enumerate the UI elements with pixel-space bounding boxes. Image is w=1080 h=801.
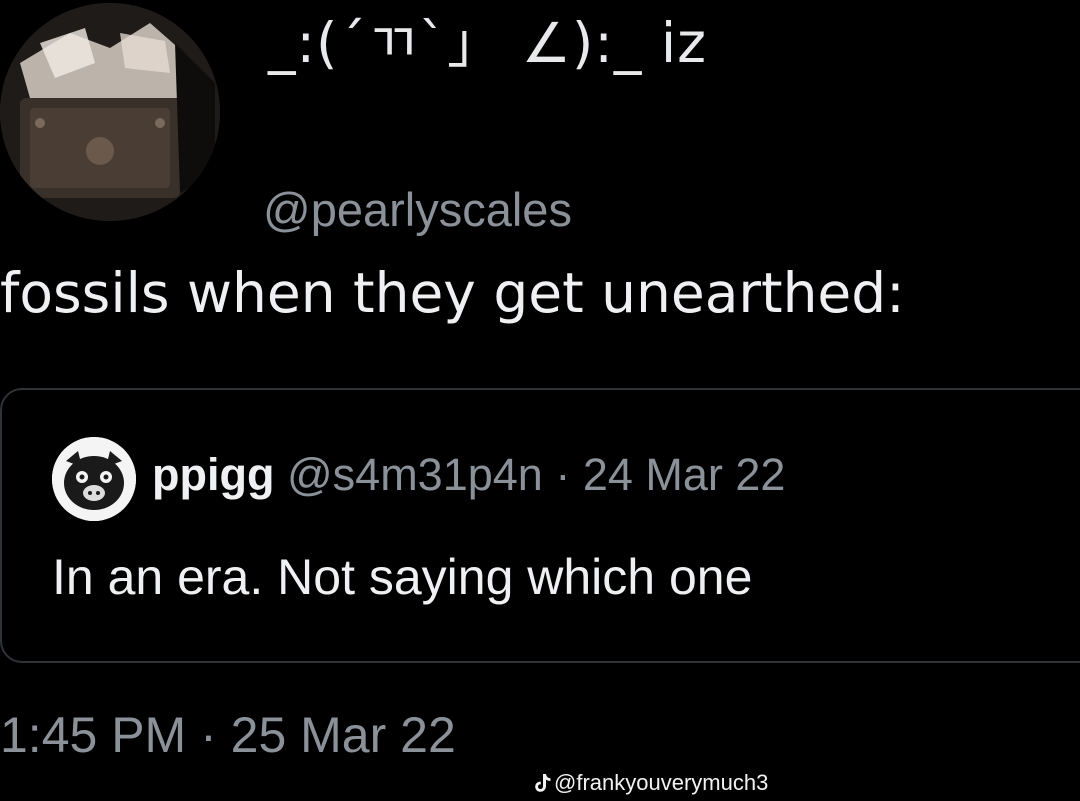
quoted-tweet-date[interactable]: 24 Mar 22 <box>583 449 786 500</box>
tweet-text: fossils when they get unearthed: <box>0 262 905 325</box>
profile-photo-icon <box>0 3 220 221</box>
quoted-tweet-card[interactable]: ppigg @s4m31p4n · 24 Mar 22 In an era. N… <box>0 388 1080 663</box>
quoted-separator: · <box>542 449 583 500</box>
pig-avatar-icon <box>52 437 136 521</box>
quoted-author-avatar[interactable] <box>52 437 136 521</box>
author-display-name[interactable]: _:(´ㄲ`」 ∠):_ iz <box>268 16 707 71</box>
tweet-timestamp[interactable]: 1:45 PM · 25 Mar 22 <box>0 710 456 760</box>
tiktok-watermark: @frankyouverymuch3 <box>534 772 768 794</box>
quoted-author-name[interactable]: ppigg <box>152 449 274 500</box>
tiktok-icon <box>535 774 551 792</box>
author-handle[interactable]: @pearlyscales <box>263 186 572 233</box>
quoted-tweet-text: In an era. Not saying which one <box>52 549 753 605</box>
quoted-author-handle[interactable]: @s4m31p4n <box>287 449 543 500</box>
author-avatar[interactable] <box>0 3 220 221</box>
quoted-tweet-header: ppigg @s4m31p4n · 24 Mar 22 <box>152 452 785 497</box>
watermark-text: @frankyouverymuch3 <box>554 770 769 795</box>
quoted-author-handle-text: @s4m31p4n <box>286 449 543 500</box>
